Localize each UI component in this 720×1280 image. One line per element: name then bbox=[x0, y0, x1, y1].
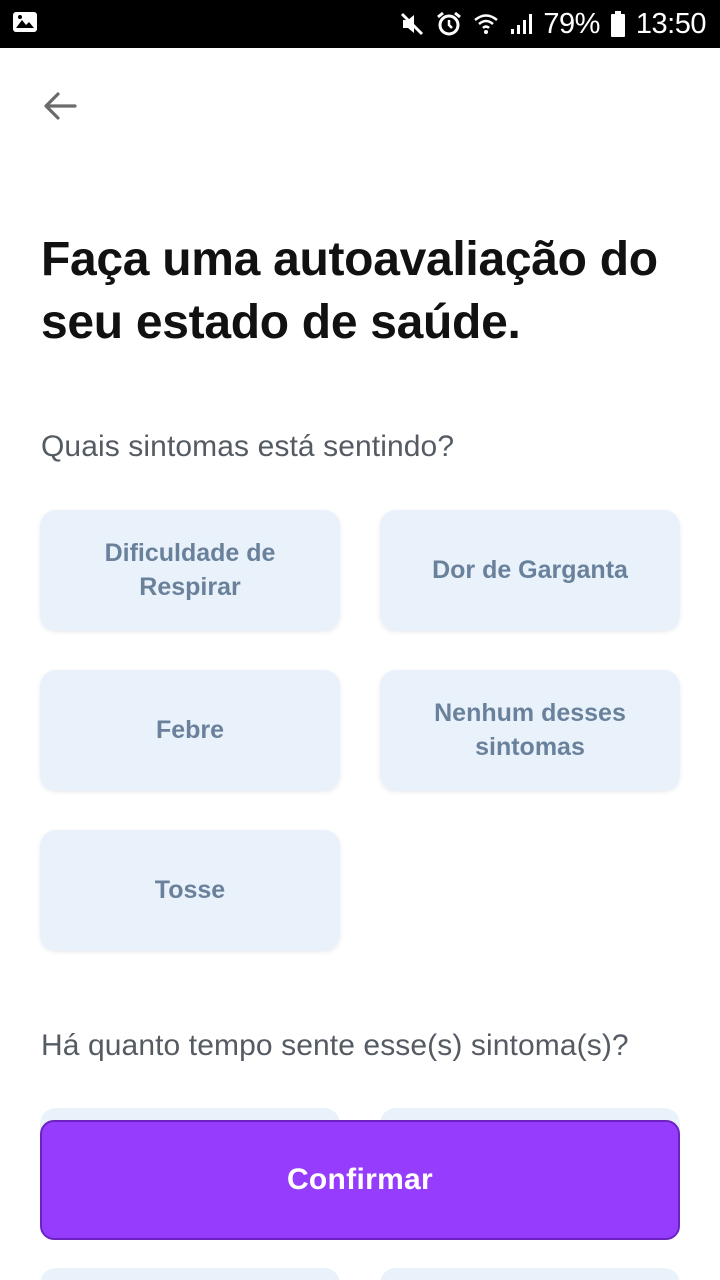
signal-icon bbox=[509, 12, 533, 36]
mute-icon bbox=[399, 11, 425, 37]
duration-question: Há quanto tempo sente esse(s) sintoma(s)… bbox=[41, 1029, 629, 1062]
arrow-left-icon bbox=[43, 91, 77, 125]
option-label: Nenhum desses sintomas bbox=[434, 699, 626, 761]
clock: 13:50 bbox=[635, 7, 707, 40]
battery-icon bbox=[610, 10, 626, 38]
alarm-icon bbox=[435, 10, 463, 38]
back-button[interactable] bbox=[36, 86, 84, 130]
option-label: Febre bbox=[155, 716, 225, 744]
symptoms-question: Quais sintomas está sentindo? bbox=[41, 430, 455, 463]
confirm-label: Confirmar bbox=[286, 1163, 434, 1196]
status-bar: 79% 13:50 bbox=[0, 0, 720, 48]
option-nenhum-desses-sintomas[interactable]: Nenhum desses sintomas bbox=[380, 670, 680, 790]
option-dificuldade-de-respirar[interactable]: Dificuldade de Respirar bbox=[40, 510, 340, 630]
duration-option[interactable] bbox=[40, 1268, 340, 1280]
option-label: Dor de Garganta bbox=[432, 556, 628, 584]
option-febre[interactable]: Febre bbox=[40, 670, 340, 790]
wifi-icon bbox=[473, 11, 499, 37]
option-tosse[interactable]: Tosse bbox=[40, 830, 340, 950]
page-title: Faça uma autoavaliação do seu estado de … bbox=[41, 233, 658, 349]
option-label: Dificuldade de Respirar bbox=[104, 539, 276, 601]
battery-percent: 79% bbox=[543, 7, 600, 40]
option-dor-de-garganta[interactable]: Dor de Garganta bbox=[380, 510, 680, 630]
confirm-button[interactable]: Confirmar bbox=[40, 1120, 680, 1240]
duration-option[interactable] bbox=[380, 1268, 680, 1280]
image-icon bbox=[12, 11, 38, 38]
option-label: Tosse bbox=[154, 876, 226, 904]
